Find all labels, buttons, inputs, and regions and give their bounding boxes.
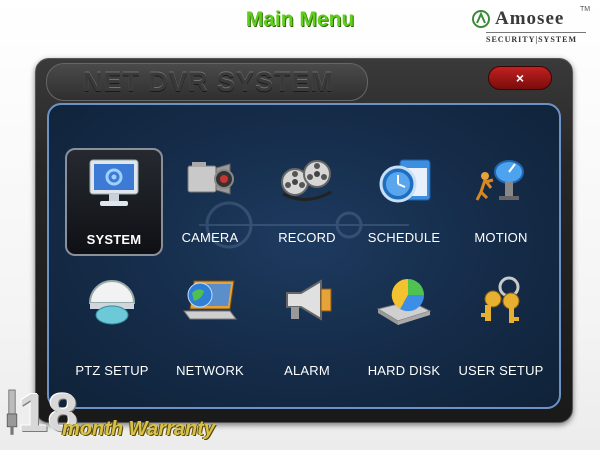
menu-item-record[interactable]: RECORD <box>260 148 354 252</box>
brand-mark-icon <box>472 10 490 28</box>
dvr-window: NET DVR SYSTEM × SYSTEM CAMERA RECORD SC… <box>35 58 573 423</box>
laptop-globe-icon <box>183 280 237 320</box>
dome-camera-icon <box>88 280 136 325</box>
brand-trademark: TM <box>580 6 591 13</box>
motion-dish-icon <box>475 160 524 201</box>
menu-item-hard-disk[interactable]: HARD DISK <box>357 267 451 378</box>
monitor-gear-icon <box>89 159 139 206</box>
menu-item-ptz-setup[interactable]: PTZ SETUP <box>65 267 159 378</box>
window-title: NET DVR SYSTEM <box>83 67 335 97</box>
warranty-text: month Warranty <box>62 418 215 440</box>
menu-item-camera[interactable]: CAMERA <box>163 148 257 252</box>
menu-item-alarm[interactable]: ALARM <box>260 267 354 378</box>
close-button[interactable]: × <box>488 66 552 90</box>
brand-tagline: SECURITY|SYSTEM <box>486 32 586 44</box>
menu-item-label: PTZ SETUP <box>75 363 149 378</box>
menu-item-user-setup[interactable]: USER SETUP <box>454 267 548 378</box>
warranty-badge: 18 month Warranty <box>4 383 215 448</box>
menu-item-network[interactable]: NETWORK <box>163 267 257 378</box>
clock-calendar-icon <box>379 159 431 203</box>
menu-item-motion[interactable]: MOTION <box>454 148 548 252</box>
menu-item-label: USER SETUP <box>458 363 544 378</box>
brand-logo: Amosee TM SECURITY|SYSTEM <box>468 6 592 48</box>
window-title-tab: NET DVR SYSTEM <box>46 63 368 101</box>
film-reel-icon <box>281 160 332 201</box>
menu-panel: SYSTEM CAMERA RECORD SCHEDULE MOTION PTZ… <box>47 103 561 409</box>
menu-item-schedule[interactable]: SCHEDULE <box>357 148 451 252</box>
brand-name: Amosee <box>495 8 565 29</box>
menu-item-system[interactable]: SYSTEM <box>65 148 163 256</box>
menu-item-label: MOTION <box>474 230 528 245</box>
hard-disk-pie-icon <box>376 278 432 325</box>
camera-icon <box>187 162 234 195</box>
keys-icon <box>481 276 520 323</box>
megaphone-icon <box>286 279 332 321</box>
